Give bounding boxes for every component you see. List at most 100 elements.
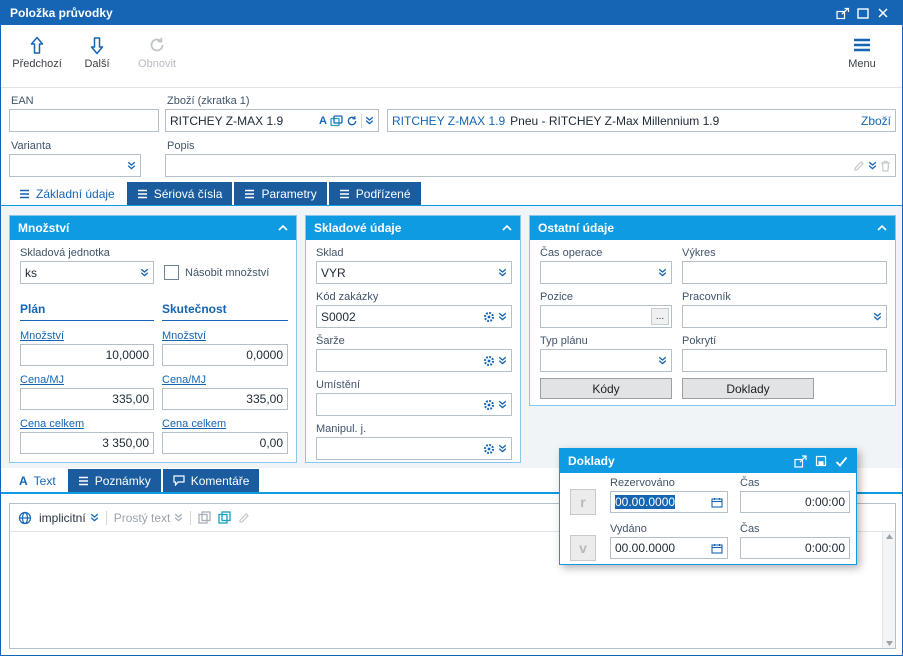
description-input[interactable] — [165, 154, 896, 177]
collapse-icon[interactable] — [877, 225, 887, 231]
tab-seriova-cisla[interactable]: Sériová čísla — [126, 182, 233, 205]
paste-icon[interactable] — [218, 511, 232, 524]
close-icon[interactable] — [873, 3, 893, 23]
tab-komentare[interactable]: Komentáře — [162, 469, 260, 492]
panel-ostatni-udaje: Ostatní údaje Čas operace Výkres Pozice … — [529, 215, 896, 406]
reserved-letter-button[interactable]: r — [570, 489, 596, 515]
scroll-down-icon[interactable] — [885, 641, 893, 646]
pozice-label: Pozice — [540, 291, 574, 303]
dropdown-icon[interactable] — [140, 268, 149, 277]
maximize-icon[interactable] — [853, 3, 873, 23]
doklady-button[interactable]: Doklady — [682, 378, 814, 399]
kody-button[interactable]: Kódy — [540, 378, 672, 399]
actual-mnozstvi-input[interactable]: 0,0000 — [162, 344, 288, 366]
dropdown-icon[interactable] — [873, 312, 882, 321]
previous-button[interactable]: Předchozí — [7, 30, 67, 70]
product-code-input[interactable]: RITCHEY Z-MAX 1.9 A — [165, 109, 379, 132]
zakazka-input[interactable]: S0002 — [316, 305, 512, 328]
manipul-input[interactable] — [316, 437, 512, 460]
pokryti-input[interactable] — [682, 349, 887, 372]
copy-icon[interactable] — [198, 511, 212, 524]
cas-operace-combo[interactable] — [540, 261, 672, 284]
sync-icon[interactable] — [346, 115, 358, 127]
dropdown-icon[interactable] — [658, 356, 667, 365]
gear-icon[interactable] — [483, 399, 495, 411]
sklad-combo[interactable]: VYR — [316, 261, 512, 284]
issued-date-input[interactable]: 00.00.0000 — [610, 537, 728, 559]
related-items-icon[interactable] — [330, 114, 343, 127]
typ-planu-combo[interactable] — [540, 349, 672, 372]
actual-mnozstvi-label[interactable]: Množství — [162, 330, 206, 342]
editor-scrollbar[interactable] — [882, 532, 895, 648]
manipul-label: Manipul. j. — [316, 423, 367, 435]
tab-podrizene[interactable]: Podřízené — [328, 182, 421, 205]
actual-cena-celkem-label[interactable]: Cena celkem — [162, 418, 226, 430]
dropdown-icon[interactable] — [127, 161, 136, 170]
plan-cena-mj-label[interactable]: Cena/MJ — [20, 374, 64, 386]
dropdown-icon[interactable] — [868, 161, 877, 170]
issued-time-input[interactable]: 0:00:00 — [740, 537, 850, 559]
next-button[interactable]: Další — [67, 30, 127, 70]
actual-cena-mj-label[interactable]: Cena/MJ — [162, 374, 206, 386]
dropdown-icon[interactable] — [365, 116, 374, 125]
dropdown-icon[interactable] — [658, 268, 667, 277]
calendar-icon[interactable] — [711, 497, 723, 508]
refresh-button[interactable]: Obnovit — [127, 30, 187, 70]
gear-icon[interactable] — [483, 355, 495, 367]
tab-poznamky[interactable]: Poznámky — [67, 469, 161, 492]
umisteni-input[interactable] — [316, 393, 512, 416]
plan-cena-mj-input[interactable]: 335,00 — [20, 388, 154, 410]
menu-button[interactable]: Menu — [832, 30, 892, 70]
plan-mnozstvi-input[interactable]: 10,0000 — [20, 344, 154, 366]
gear-icon[interactable] — [483, 311, 495, 323]
reserved-time-input[interactable]: 0:00:00 — [740, 491, 850, 513]
confirm-check-icon[interactable] — [835, 456, 848, 467]
tab-text[interactable]: A Text — [9, 469, 66, 492]
dock-icon[interactable] — [815, 455, 827, 467]
trash-icon[interactable] — [880, 160, 891, 172]
actual-cena-mj-input[interactable]: 335,00 — [162, 388, 288, 410]
collapse-icon[interactable] — [502, 225, 512, 231]
vykres-input[interactable] — [682, 261, 887, 284]
dropdown-icon[interactable] — [498, 268, 507, 277]
scroll-up-icon[interactable] — [885, 534, 893, 539]
product-link[interactable]: Zboží — [861, 114, 891, 128]
window-popout-icon[interactable] — [833, 3, 853, 23]
dropdown-icon[interactable] — [498, 312, 507, 321]
actual-cena-celkem-input[interactable]: 0,00 — [162, 432, 288, 454]
plan-cena-celkem-input[interactable]: 3 350,00 — [20, 432, 154, 454]
main-toolbar: Předchozí Další Obnovit Menu — [1, 25, 902, 88]
format-select[interactable]: Prostý text — [114, 511, 184, 525]
reserved-date-input[interactable]: 00.00.0000 — [610, 491, 728, 513]
sarze-label: Šarže — [316, 335, 345, 347]
vykres-label: Výkres — [682, 247, 716, 259]
collapse-icon[interactable] — [278, 225, 288, 231]
dropdown-icon[interactable] — [498, 444, 507, 453]
tab-zakladni-udaje[interactable]: Základní údaje — [9, 182, 125, 205]
edit-pencil-icon[interactable] — [238, 512, 250, 524]
calendar-icon[interactable] — [711, 543, 723, 554]
tab-parametry[interactable]: Parametry — [234, 182, 327, 205]
plan-cena-celkem-label[interactable]: Cena celkem — [20, 418, 84, 430]
language-select[interactable]: implicitní — [39, 511, 99, 525]
gear-icon[interactable] — [483, 443, 495, 455]
product-name-field[interactable]: RITCHEY Z-MAX 1.9 Pneu - RITCHEY Z-Max M… — [387, 109, 896, 132]
popout-icon[interactable] — [794, 454, 807, 468]
panel-ostatni-header: Ostatní údaje — [530, 216, 895, 240]
plan-mnozstvi-label[interactable]: Množství — [20, 330, 64, 342]
pozice-input[interactable]: ... — [540, 305, 672, 328]
ean-input[interactable] — [9, 109, 159, 132]
unit-combo[interactable]: ks — [20, 261, 154, 284]
menu-label: Menu — [848, 58, 876, 70]
pozice-more-button[interactable]: ... — [651, 308, 669, 325]
issued-letter-button[interactable]: v — [570, 535, 596, 561]
sarze-input[interactable] — [316, 349, 512, 372]
letter-a-icon[interactable]: A — [319, 115, 327, 127]
variant-label: Varianta — [11, 140, 52, 152]
pracovnik-combo[interactable] — [682, 305, 887, 328]
multiply-checkbox[interactable] — [164, 265, 179, 280]
variant-combo[interactable] — [9, 154, 141, 177]
pencil-icon[interactable] — [853, 160, 865, 172]
dropdown-icon[interactable] — [498, 400, 507, 409]
dropdown-icon[interactable] — [498, 356, 507, 365]
